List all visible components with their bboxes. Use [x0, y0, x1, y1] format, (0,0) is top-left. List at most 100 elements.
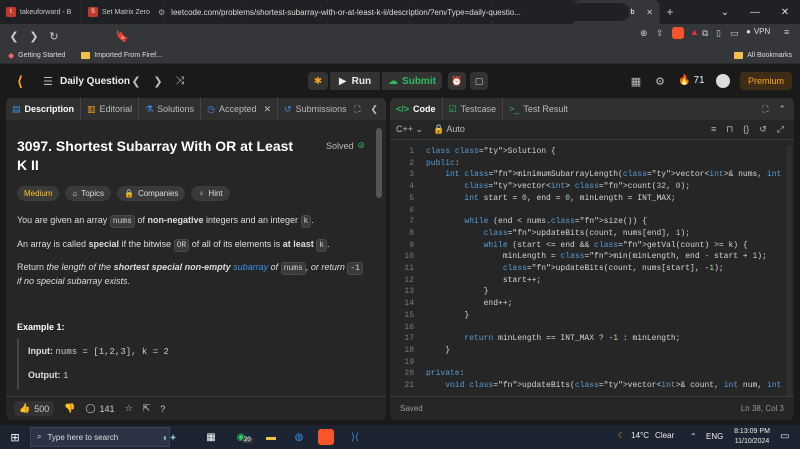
- url-field[interactable]: ⚙ leetcode.com/problems/shortest-subarra…: [150, 3, 630, 21]
- code-line[interactable]: 11 class="fn">updateBits(count, nums[sta…: [390, 263, 785, 275]
- collapse-icon[interactable]: ❮: [370, 104, 378, 115]
- edge-icon[interactable]: ◍: [290, 428, 308, 446]
- code-line[interactable]: 3 int class="fn">minimumSubarrayLength(c…: [390, 169, 785, 181]
- code-line[interactable]: 20 private:: [390, 368, 785, 380]
- minimize-icon[interactable]: —: [740, 0, 770, 24]
- editor-scrollbar[interactable]: [786, 146, 792, 396]
- like-button[interactable]: 👍 500: [14, 401, 55, 416]
- code-line[interactable]: 13 }: [390, 286, 785, 298]
- brave-rewards-icon[interactable]: ▲: [690, 27, 699, 37]
- code-line[interactable]: 16: [390, 322, 785, 334]
- windows-start-icon[interactable]: ⊞: [6, 428, 24, 446]
- language-select[interactable]: C++ ⌄: [396, 124, 423, 135]
- file-explorer-icon[interactable]: ▬: [262, 428, 280, 446]
- code-editor[interactable]: 1 class class="ty">Solution {2 public: 3 in…: [390, 146, 785, 396]
- comments-button[interactable]: ◯ 141: [85, 403, 114, 414]
- streak-counter[interactable]: 🔥 71: [678, 75, 705, 86]
- tab-search-icon[interactable]: ⌄: [710, 0, 740, 24]
- bookmark-icon[interactable]: ⊓: [726, 124, 733, 135]
- collapse-icon[interactable]: ⌃: [778, 104, 786, 115]
- code-line[interactable]: 7 while (end < nums.class="fn">size()) {: [390, 216, 785, 228]
- code-line[interactable]: 12 start++;: [390, 275, 785, 287]
- expand-icon[interactable]: ⛶: [354, 104, 360, 115]
- brave-shield-icon[interactable]: [672, 27, 684, 39]
- bookmark-icon[interactable]: 🔖: [112, 26, 132, 46]
- star-icon[interactable]: ☆: [125, 403, 133, 414]
- menu-icon[interactable]: ≡: [784, 27, 789, 37]
- help-icon[interactable]: ?: [160, 404, 165, 414]
- tab-testcase[interactable]: ☑ Testcase: [443, 98, 504, 120]
- forward-icon[interactable]: ❯: [24, 26, 44, 46]
- close-tab-icon[interactable]: ✕: [264, 104, 272, 115]
- sidebar-icon[interactable]: ▯: [716, 28, 721, 39]
- notifications-icon[interactable]: ▭: [780, 431, 789, 442]
- code-line[interactable]: 9 while (start <= end && class="fn">getV…: [390, 240, 785, 252]
- subarray-link[interactable]: subarray: [233, 262, 268, 272]
- clock[interactable]: 8:13:09 PM 11/10/2024: [732, 427, 772, 447]
- avatar[interactable]: [716, 74, 730, 88]
- share-icon[interactable]: ⇱: [143, 403, 151, 414]
- code-line[interactable]: 2 public:: [390, 158, 785, 170]
- prev-problem-icon[interactable]: ❮: [128, 73, 144, 89]
- code-line[interactable]: 4 class="ty">vector<int> class="fn">coun…: [390, 181, 785, 193]
- code-line[interactable]: 1 class class="ty">Solution {: [390, 146, 785, 158]
- vscode-icon[interactable]: ⟩⟨: [346, 428, 364, 446]
- run-button[interactable]: ▶ Run: [330, 72, 380, 90]
- tab-code[interactable]: </> Code: [390, 98, 443, 120]
- code-line[interactable]: 17 return minLength == INT_MAX ? -1 : mi…: [390, 333, 785, 345]
- wallet-icon[interactable]: ▭: [730, 28, 739, 39]
- timer-button[interactable]: ⏰: [448, 72, 466, 90]
- cortana-icon[interactable]: ◐✦: [148, 429, 192, 447]
- extensions-icon[interactable]: ⧉: [702, 28, 708, 39]
- submit-button[interactable]: ☁ Submit: [382, 72, 442, 90]
- task-view-icon[interactable]: ▦: [202, 428, 220, 446]
- fullscreen-icon[interactable]: ⤢: [777, 124, 784, 135]
- vpn-button[interactable]: ● VPN: [746, 27, 770, 36]
- close-window-icon[interactable]: ✕: [770, 0, 800, 24]
- code-line[interactable]: 15 }: [390, 310, 785, 322]
- browser-tab[interactable]: t takeuforward - B: [0, 0, 82, 24]
- tab-solutions[interactable]: ⚗ Solutions: [139, 98, 202, 120]
- brave-taskbar-icon[interactable]: [318, 429, 334, 445]
- code-line[interactable]: 6: [390, 205, 785, 217]
- share-icon[interactable]: ⇪: [656, 28, 664, 39]
- code-line[interactable]: 21 void class="fn">updateBits(class="ty"…: [390, 380, 785, 392]
- tab-submissions[interactable]: ↺ Submissions: [278, 98, 353, 120]
- reset-icon[interactable]: ↺: [759, 124, 767, 135]
- shuffle-icon[interactable]: ⤨: [172, 73, 188, 89]
- code-line[interactable]: 14 end++;: [390, 298, 785, 310]
- topics-button[interactable]: ⌂ Topics: [65, 186, 111, 201]
- zoom-icon[interactable]: ⊕: [640, 28, 648, 39]
- notes-button[interactable]: ▢: [470, 72, 488, 90]
- leetcode-logo-icon[interactable]: ⟨: [12, 73, 28, 89]
- expand-icon[interactable]: ⛶: [762, 104, 768, 115]
- auto-mode[interactable]: 🔒 Auto: [433, 124, 465, 135]
- debug-button[interactable]: ✱: [308, 72, 328, 90]
- tab-editorial[interactable]: ▥ Editorial: [81, 98, 140, 120]
- code-line[interactable]: 5 int start = 0, end = 0, minLength = IN…: [390, 193, 785, 205]
- reload-icon[interactable]: ↻: [44, 26, 64, 46]
- new-tab-button[interactable]: +: [660, 0, 680, 24]
- format-icon[interactable]: ≡: [711, 124, 716, 135]
- bookmark-getting-started[interactable]: ◆ Getting Started: [0, 51, 73, 60]
- premium-button[interactable]: Premium: [740, 72, 792, 90]
- hint-button[interactable]: ♀ Hint: [191, 186, 230, 201]
- all-bookmarks[interactable]: All Bookmarks: [726, 52, 800, 59]
- close-tab-icon[interactable]: ✕: [646, 8, 653, 17]
- settings-icon[interactable]: ⚙: [652, 73, 668, 89]
- language-indicator[interactable]: ENG: [706, 432, 723, 441]
- next-problem-icon[interactable]: ❯: [150, 73, 166, 89]
- back-icon[interactable]: ❮: [4, 26, 24, 46]
- scrollbar-thumb[interactable]: [376, 128, 382, 198]
- tab-description[interactable]: ▤ Description: [6, 98, 82, 120]
- tab-accepted[interactable]: ◷ Accepted ✕: [201, 98, 279, 120]
- companies-button[interactable]: 🔒 Companies: [116, 186, 186, 201]
- daily-question-label[interactable]: Daily Question: [60, 76, 130, 87]
- code-line[interactable]: 19: [390, 357, 785, 369]
- tray-chevron-icon[interactable]: ⌃: [690, 432, 697, 441]
- bookmark-imported[interactable]: Imported From Firef...: [73, 52, 170, 59]
- tab-test-result[interactable]: >_ Test Result: [503, 98, 574, 120]
- weather-widget[interactable]: ☾ 14°C Clear: [618, 431, 674, 440]
- layout-icon[interactable]: ▦: [628, 73, 644, 89]
- code-line[interactable]: 18 }: [390, 345, 785, 357]
